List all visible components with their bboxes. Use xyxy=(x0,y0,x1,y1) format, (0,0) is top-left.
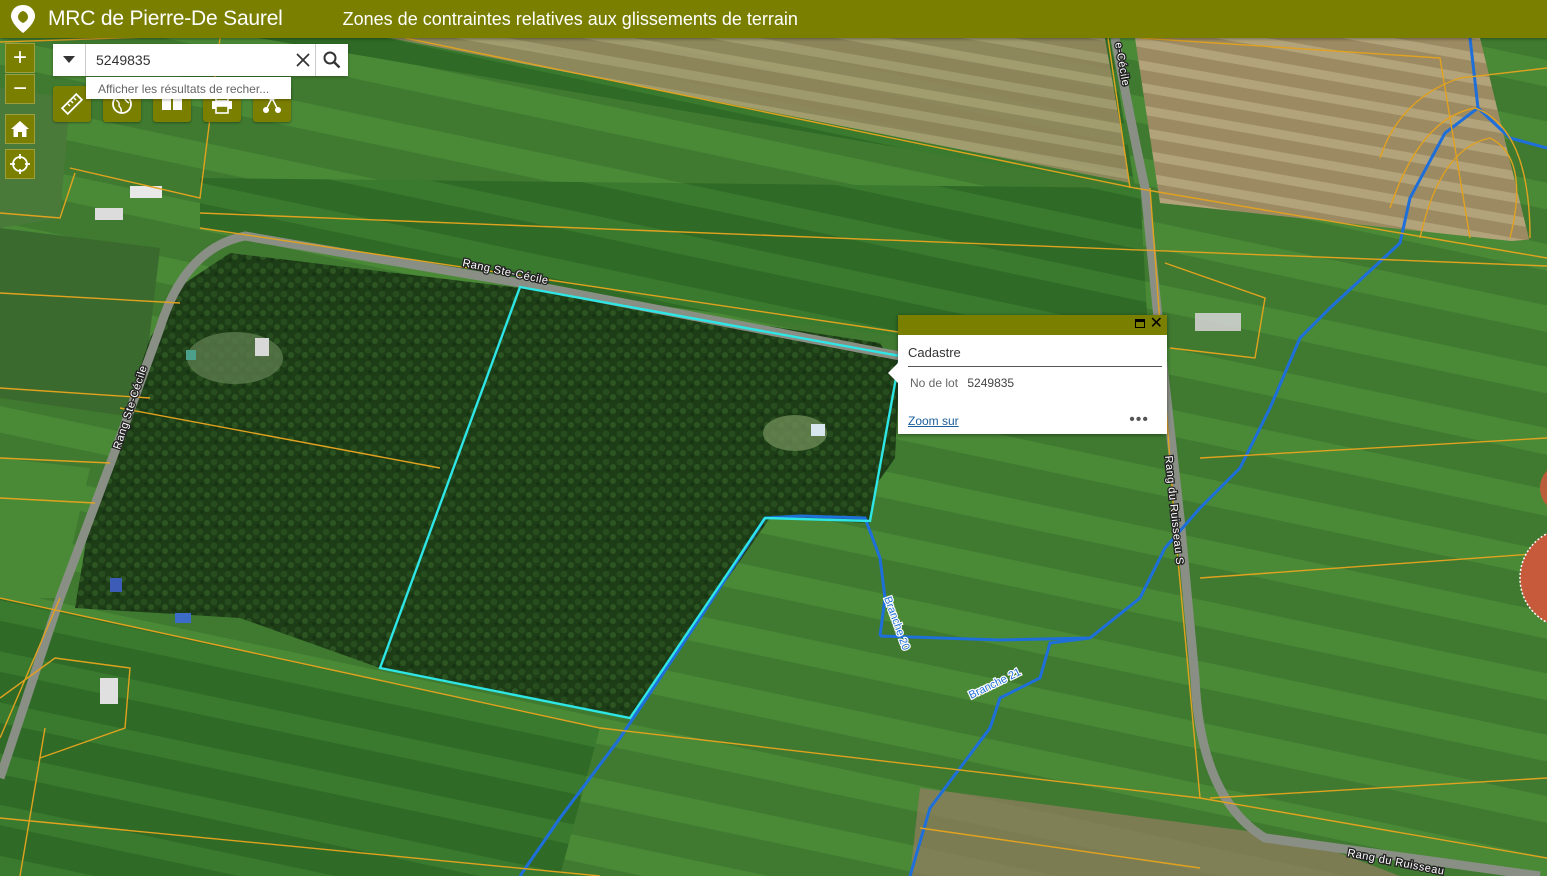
search-suggestion[interactable]: Afficher les résultats de recher... xyxy=(86,77,291,99)
measure-icon xyxy=(60,92,84,116)
popup-pointer xyxy=(888,363,898,383)
app-subtitle: Zones de contraintes relatives aux gliss… xyxy=(342,8,798,29)
close-icon xyxy=(296,53,310,67)
app-header: MRC de Pierre-De Saurel Zones de contrai… xyxy=(0,0,1547,38)
location-leaf-icon xyxy=(11,5,35,33)
zoom-in-button[interactable]: + xyxy=(5,43,35,73)
zoom-to-link[interactable]: Zoom sur xyxy=(908,414,959,428)
feature-popup: ✕ Cadastre No de lot 5249835 Zoom sur ••… xyxy=(888,315,1167,434)
popup-titlebar: ✕ xyxy=(898,315,1167,335)
popup-field: No de lot 5249835 xyxy=(910,376,1167,390)
search-button[interactable] xyxy=(315,44,348,76)
search-input[interactable] xyxy=(86,44,291,76)
popup-title: Cadastre xyxy=(908,345,1162,367)
locate-icon xyxy=(10,154,30,174)
search-widget xyxy=(53,44,348,76)
search-source-dropdown[interactable] xyxy=(53,44,86,76)
map-view[interactable]: Rang Ste-Cécile Rang Ste-Cécile e-Cécile… xyxy=(0,38,1547,876)
locate-button[interactable] xyxy=(5,149,35,179)
clear-search-button[interactable] xyxy=(291,44,315,76)
maximize-icon[interactable] xyxy=(1135,319,1145,328)
zoom-out-button[interactable]: − xyxy=(5,74,35,104)
app-title: MRC de Pierre-De Saurel xyxy=(48,7,283,30)
field-label: No de lot xyxy=(910,376,959,390)
field-value: 5249835 xyxy=(967,376,1015,390)
home-icon xyxy=(11,121,29,137)
satellite-basemap[interactable]: Rang Ste-Cécile Rang Ste-Cécile e-Cécile… xyxy=(0,38,1547,876)
home-button[interactable] xyxy=(5,114,35,144)
caret-down-icon xyxy=(63,56,75,63)
close-icon[interactable]: ✕ xyxy=(1150,314,1163,334)
search-icon xyxy=(323,51,341,69)
more-options-button[interactable]: ••• xyxy=(1129,411,1149,429)
